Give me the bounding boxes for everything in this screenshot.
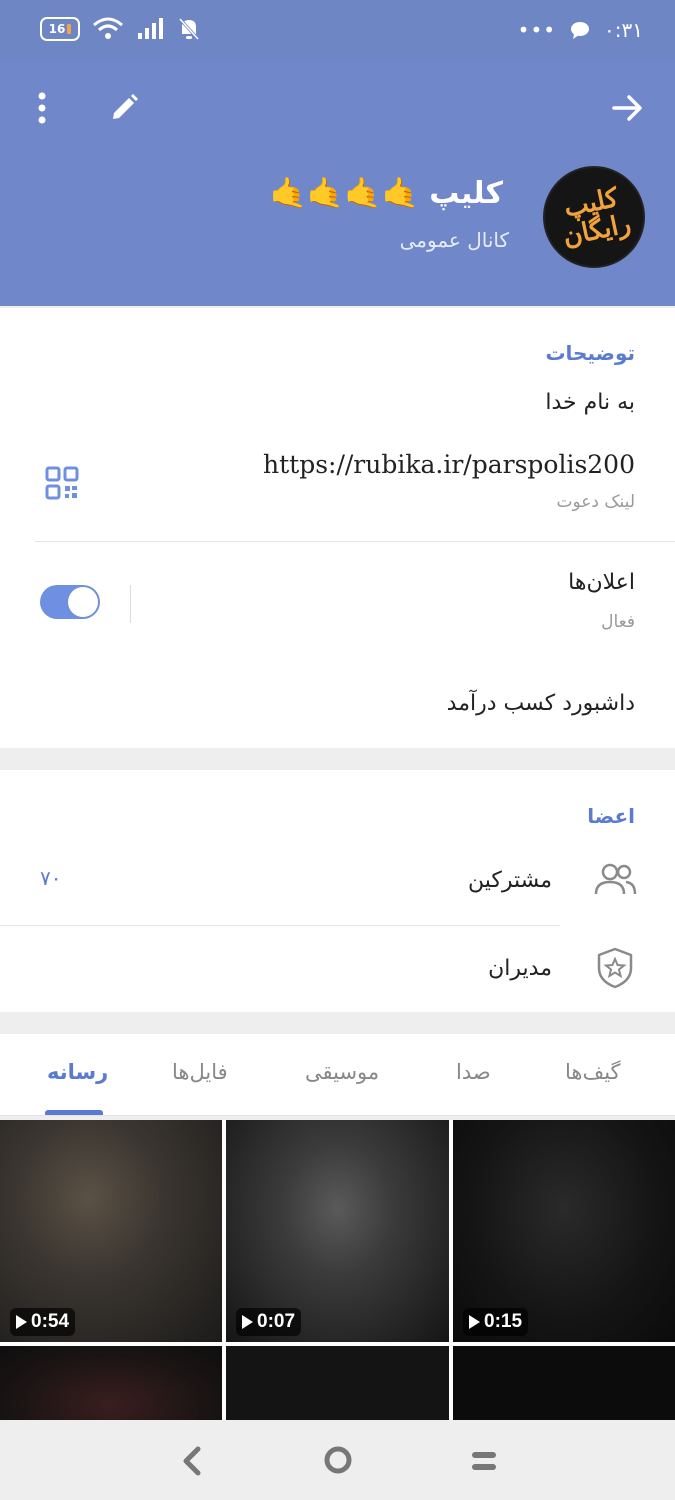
channel-type: کانال عمومی <box>399 228 509 252</box>
tab-audio[interactable]: صدا <box>456 1060 491 1084</box>
notifications-status: فعال <box>601 612 635 632</box>
subscribers-count: ۷۰ <box>40 866 62 890</box>
channel-name: کلیپ 🤙🤙🤙🤙 <box>269 176 503 211</box>
video-duration: 0:54 <box>31 1311 70 1332</box>
members-card: اعضا مشترکین ۷۰ مدیران <box>0 770 675 1012</box>
subscribers-label: مشترکین <box>467 868 552 893</box>
tab-music[interactable]: موسیقی <box>305 1060 379 1084</box>
media-grid: 0:54 0:07 0:15 <box>0 1120 675 1420</box>
media-thumbnail[interactable] <box>226 1346 449 1420</box>
tab-gifs[interactable]: گیف‌ها <box>565 1060 621 1084</box>
video-duration-badge: 0:15 <box>463 1308 529 1336</box>
home-nav-icon[interactable] <box>322 1444 354 1476</box>
status-left: 16 <box>40 17 200 41</box>
mute-bell-icon <box>178 17 200 41</box>
pencil-icon[interactable] <box>104 88 144 128</box>
media-thumbnail[interactable]: 0:07 <box>226 1120 449 1342</box>
vertical-divider <box>130 585 131 623</box>
more-notifications-indicator: ••• <box>517 18 557 42</box>
media-tabs: گیف‌ها صدا موسیقی فایل‌ها رسانه <box>0 1034 675 1116</box>
clock: ۰:۳۱ <box>604 18 643 42</box>
info-card: توضیحات به نام خدا https://rubika.ir/par… <box>0 308 675 748</box>
video-duration: 0:15 <box>484 1311 523 1332</box>
media-thumbnail[interactable] <box>0 1346 222 1420</box>
invite-link-label: لینک دعوت <box>556 492 635 512</box>
notifications-label: اعلان‌ها <box>568 570 635 595</box>
invite-link[interactable]: https://rubika.ir/parspolis200 <box>263 450 635 479</box>
battery-fill <box>67 24 72 34</box>
play-icon <box>469 1315 480 1329</box>
qr-code-icon[interactable] <box>45 466 79 500</box>
video-duration: 0:07 <box>257 1311 296 1332</box>
people-icon <box>594 863 637 895</box>
battery-icon: 16 <box>40 17 80 41</box>
media-thumbnail[interactable]: 0:54 <box>0 1120 222 1342</box>
arrow-right-icon[interactable] <box>608 88 648 128</box>
video-duration-badge: 0:07 <box>236 1308 302 1336</box>
battery-level-text: 16 <box>48 22 66 36</box>
play-icon <box>16 1315 27 1329</box>
divider <box>35 541 675 542</box>
more-vertical-icon[interactable] <box>28 88 56 128</box>
recents-nav-icon[interactable] <box>470 1447 498 1475</box>
active-tab-indicator <box>45 1110 103 1115</box>
toggle-knob <box>68 587 98 617</box>
notifications-toggle[interactable] <box>40 585 100 619</box>
back-nav-icon[interactable] <box>180 1446 204 1476</box>
status-bar: 16 ••• ۰:۳۱ <box>0 0 675 60</box>
wifi-icon <box>93 17 123 39</box>
divider <box>0 925 560 926</box>
media-thumbnail[interactable]: 0:15 <box>453 1120 675 1342</box>
channel-avatar[interactable]: کلیپ رایگان <box>543 166 645 268</box>
video-duration-badge: 0:54 <box>10 1308 76 1336</box>
admins-label: مدیران <box>488 956 552 981</box>
status-right: ••• ۰:۳۱ <box>518 18 643 42</box>
chat-bubble-icon <box>571 22 590 39</box>
media-thumbnail[interactable] <box>453 1346 675 1420</box>
revenue-dashboard-link[interactable]: داشبورد کسب درآمد <box>447 691 635 716</box>
signal-icon <box>138 18 163 39</box>
tab-media[interactable]: رسانه <box>47 1060 108 1084</box>
channel-header: کلیپ 🤙🤙🤙🤙 کانال عمومی کلیپ رایگان <box>0 60 675 306</box>
description-text: به نام خدا <box>545 390 635 415</box>
avatar-logo-text: کلیپ رایگان <box>560 182 634 253</box>
tab-files[interactable]: فایل‌ها <box>172 1060 228 1084</box>
system-nav-bar <box>0 1420 675 1500</box>
members-section-title: اعضا <box>587 804 635 828</box>
play-icon <box>242 1315 253 1329</box>
shield-star-icon <box>597 947 633 989</box>
description-section-title: توضیحات <box>545 341 635 365</box>
